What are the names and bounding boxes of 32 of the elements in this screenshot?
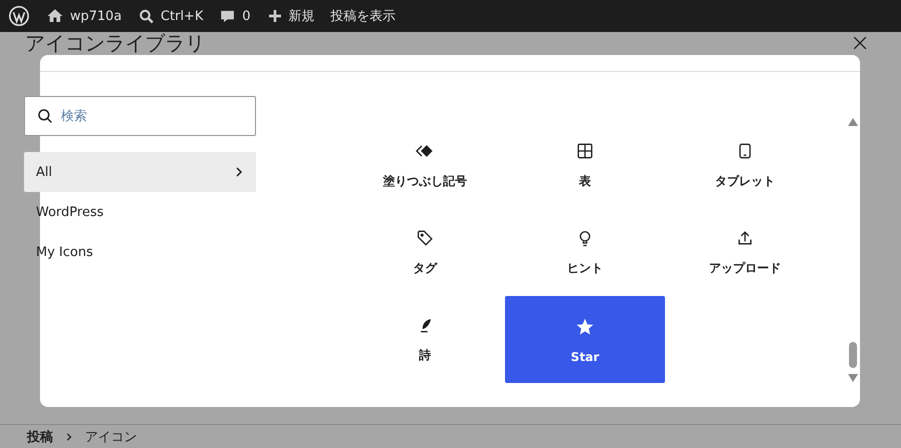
icon-tile[interactable]: Star [505, 296, 665, 383]
breadcrumb-link[interactable]: 投稿 [27, 428, 53, 446]
view-post-link[interactable]: 投稿を表示 [330, 7, 396, 25]
table-icon [575, 141, 595, 161]
icon-tile[interactable]: タブレット [665, 122, 825, 209]
page-title: アイコンライブラリ [25, 32, 205, 54]
tag-icon [415, 228, 435, 248]
wordpress-logo-icon[interactable] [8, 5, 30, 27]
home-icon [46, 7, 64, 25]
category-item[interactable]: All [24, 152, 256, 192]
search-icon [36, 107, 54, 125]
icon-tile[interactable]: 詩 [345, 296, 505, 383]
icon-tile[interactable]: 塗りつぶし記号 [345, 122, 505, 209]
scroll-up-icon [848, 118, 858, 126]
search-icon [138, 8, 155, 24]
icon-tile[interactable]: ヒント [505, 209, 665, 296]
chevron-right-icon [234, 166, 244, 178]
icon-tile[interactable]: アップロード [665, 209, 825, 296]
new-link[interactable]: 新規 [266, 7, 315, 25]
comments-link[interactable]: 0 [219, 8, 251, 24]
site-link[interactable]: wp710a [46, 7, 122, 25]
breadcrumb-link[interactable]: アイコン [85, 428, 137, 446]
category-item[interactable]: My Icons [24, 232, 256, 272]
icon-tile[interactable]: タグ [345, 209, 505, 296]
search-field[interactable]: 検索 [24, 96, 256, 136]
command-search-link[interactable]: Ctrl+K [138, 8, 204, 24]
chevron-right-icon [65, 432, 73, 440]
plus-icon [266, 8, 283, 24]
scrollbar-thumb[interactable] [849, 342, 857, 368]
scroll-down-icon [848, 374, 858, 382]
icon-tile[interactable]: 表 [505, 122, 665, 209]
category-item[interactable]: WordPress [24, 192, 256, 232]
